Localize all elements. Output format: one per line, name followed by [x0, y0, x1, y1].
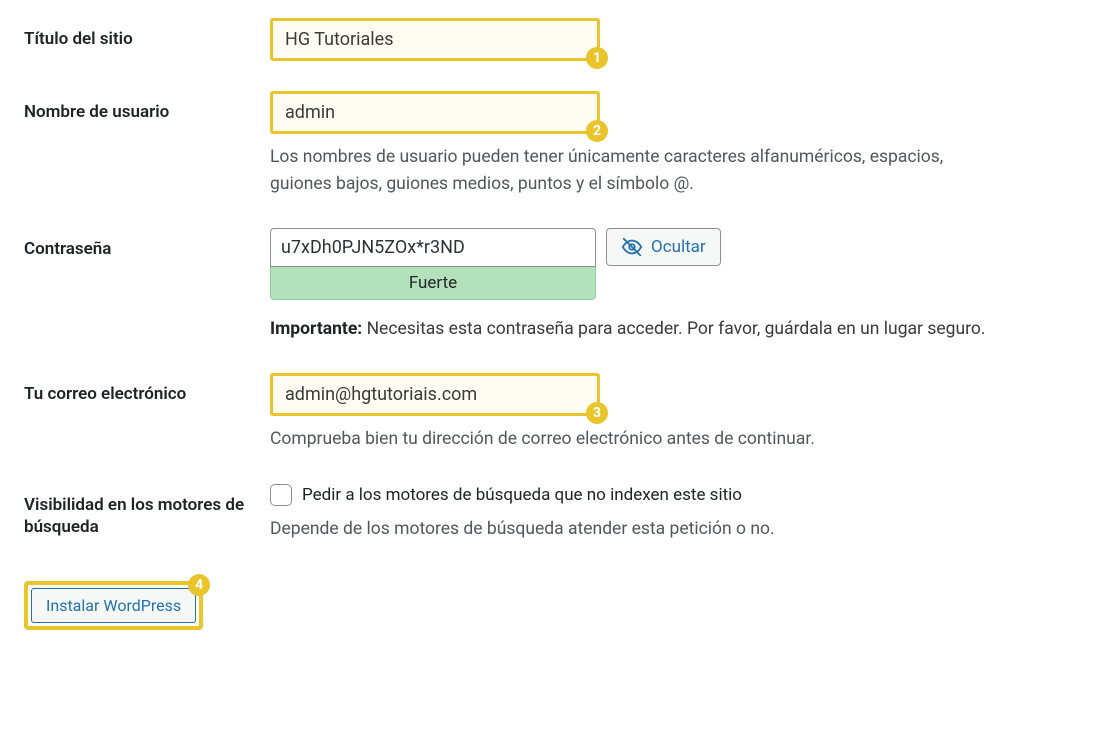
- important-label: Importante:: [270, 319, 362, 339]
- field-password: Fuerte Ocultar Importante: Necesitas est…: [270, 228, 1010, 343]
- install-button[interactable]: Instalar WordPress: [31, 588, 196, 623]
- row-site-title: Título del sitio 1: [24, 18, 1072, 61]
- install-form: Título del sitio 1 Nombre de usuario 2 L…: [24, 18, 1072, 543]
- email-input[interactable]: [273, 376, 597, 413]
- email-desc: Comprueba bien tu dirección de correo el…: [270, 426, 990, 453]
- important-text: Necesitas esta contraseña para acceder. …: [362, 319, 985, 339]
- row-email: Tu correo electrónico 3 Comprueba bien t…: [24, 373, 1072, 453]
- label-visibility: Visibilidad en los motores de búsqueda: [24, 484, 270, 540]
- step-badge-1: 1: [586, 47, 608, 69]
- label-password: Contraseña: [24, 228, 270, 261]
- field-username: 2 Los nombres de usuario pueden tener ún…: [270, 91, 1010, 198]
- row-visibility: Visibilidad en los motores de búsqueda P…: [24, 484, 1072, 543]
- label-site-title: Título del sitio: [24, 18, 270, 51]
- field-email: 3 Comprueba bien tu dirección de correo …: [270, 373, 1010, 453]
- highlight-email: 3: [270, 373, 600, 416]
- step-badge-2: 2: [586, 120, 608, 142]
- row-password: Contraseña Fuerte Ocultar: [24, 228, 1072, 343]
- highlight-username: 2: [270, 91, 600, 134]
- highlight-site-title: 1: [270, 18, 600, 61]
- site-title-input[interactable]: [273, 21, 597, 58]
- step-badge-4: 4: [188, 574, 210, 596]
- label-username: Nombre de usuario: [24, 91, 270, 124]
- highlight-install: Instalar WordPress 4: [24, 581, 203, 630]
- label-email: Tu correo electrónico: [24, 373, 270, 406]
- password-important: Importante: Necesitas esta contraseña pa…: [270, 316, 990, 343]
- visibility-checkbox-row: Pedir a los motores de búsqueda que no i…: [270, 484, 1010, 506]
- visibility-desc: Depende de los motores de búsqueda atend…: [270, 516, 990, 543]
- visibility-checkbox-label: Pedir a los motores de búsqueda que no i…: [302, 485, 742, 505]
- hide-password-button[interactable]: Ocultar: [606, 228, 721, 266]
- eye-slash-icon: [621, 236, 643, 258]
- password-row: Fuerte Ocultar: [270, 228, 1010, 300]
- field-site-title: 1: [270, 18, 1010, 61]
- password-strength: Fuerte: [270, 267, 596, 300]
- username-input[interactable]: [273, 94, 597, 131]
- hide-password-label: Ocultar: [651, 237, 706, 257]
- field-visibility: Pedir a los motores de búsqueda que no i…: [270, 484, 1010, 543]
- step-badge-3: 3: [586, 402, 608, 424]
- visibility-checkbox[interactable]: [270, 484, 292, 506]
- password-box: Fuerte: [270, 228, 596, 300]
- username-desc: Los nombres de usuario pueden tener únic…: [270, 144, 990, 198]
- password-input[interactable]: [270, 228, 596, 267]
- row-username: Nombre de usuario 2 Los nombres de usuar…: [24, 91, 1072, 198]
